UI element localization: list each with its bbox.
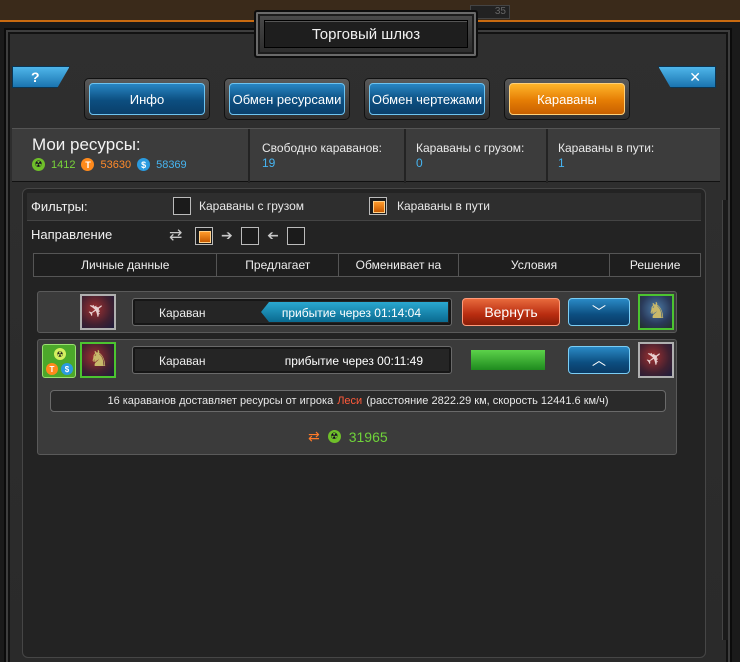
radiation-icon: ☢ [32,158,45,171]
direction-label: Направление [31,227,113,242]
filter-with-cargo-checkbox[interactable] [173,197,191,215]
tab-caravans[interactable]: Караваны [504,78,630,120]
filter-in-transit-checkbox[interactable] [369,197,387,215]
help-button[interactable]: ? [12,66,70,88]
direction-row: Направление ⇄ ➔ ➔ [27,223,701,249]
window-title: Торговый шлюз [264,20,468,48]
trade-gateway-window: ? ✕ Торговый шлюз Инфо Обмен ресурсами О… [4,10,732,662]
scrollbar[interactable] [722,200,728,640]
tab-bar: Инфо Обмен ресурсами Обмен чертежами Кар… [84,78,630,120]
caravan-progress-bar: Караван прибытие через 01:14:04 [132,298,452,326]
titanium-amount: 53630 [100,158,132,171]
filter-in-transit-label: Караваны в пути [397,199,490,213]
col-decision[interactable]: Решение [610,254,700,276]
caravan-progress-bar: Караван прибытие через 00:11:49 [132,346,545,374]
stat-transit-caravans-value: 1 [558,156,565,170]
title-plate: Торговый шлюз [254,10,478,58]
cargo-amount: 31965 [348,428,388,445]
direction-incoming-checkbox[interactable] [287,227,305,245]
filters-row: Фильтры: Караваны с грузом Караваны в пу… [27,193,701,221]
player-name-link[interactable]: Леси [337,395,362,407]
my-resources: Мои ресурсы: ☢ 1412 T 53630 $ 58369 [12,129,250,183]
caravan-arrival-time: прибытие через 01:14:04 [281,306,421,320]
direction-outgoing-checkbox[interactable] [241,227,259,245]
swap-arrows-icon: ⇄ [169,227,183,244]
caravan-info-prefix: 16 караванов доставляет ресурсы от игрок… [107,395,334,407]
stat-loaded-caravans-label: Караваны с грузом: [416,141,525,155]
caravan-info-line: 16 караванов доставляет ресурсы от игрок… [50,390,666,412]
stat-free-caravans: Свободно караванов: 19 [252,129,406,183]
table-header: Личные данные Предлагает Обменивает на У… [33,253,701,277]
my-resources-title: Мои ресурсы: [32,135,141,154]
radiation-icon: ☢ [327,430,341,443]
caravan-ship-avatar[interactable] [80,342,116,378]
chevron-up-icon: ︿ [592,352,606,368]
filters-label: Фильтры: [31,199,88,214]
return-caravan-button[interactable]: Вернуть [462,298,560,326]
stat-loaded-caravans: Караваны с грузом: 0 [406,129,548,183]
caravan-name: Караван [159,306,206,320]
player-avatar[interactable] [638,294,674,330]
radiation-amount: 1412 [51,158,76,171]
caravan-name: Караван [159,354,206,368]
arrow-right-icon: ➔ [221,227,233,243]
col-personal-data[interactable]: Личные данные [34,254,218,276]
direction-both-checkbox[interactable] [195,227,213,245]
arrow-left-icon: ➔ [267,227,279,243]
caravan-info-suffix: (расстояние 2822.29 км, скорость 12441.6… [366,395,609,407]
collapse-button[interactable]: ︿ [568,346,630,374]
tab-info[interactable]: Инфо [84,78,210,120]
stat-loaded-caravans-value: 0 [416,156,423,170]
col-conditions[interactable]: Условия [459,254,611,276]
stat-transit-caravans: Караваны в пути: 1 [548,129,720,183]
resource-bundle-icon: ☢ T $ [42,344,76,378]
caravan-row-expanded: ☢ T $ Караван прибытие через 00:11:49 ︿ … [37,339,677,455]
cash-amount: 58369 [156,158,187,171]
caravan-progress-fill [471,350,545,370]
stat-free-caravans-label: Свободно караванов: [262,141,382,155]
filter-with-cargo-label: Караваны с грузом [199,199,305,213]
col-exchanges-for[interactable]: Обменивает на [339,254,459,276]
titanium-icon: T [81,158,95,171]
tab-blueprint-exchange[interactable]: Обмен чертежами [364,78,490,120]
exchange-arrows-icon: ⇄ [308,428,320,444]
caravan-ship-avatar[interactable] [80,294,116,330]
caravan-arrival-time: прибытие через 00:11:49 [284,354,423,368]
stat-transit-caravans-label: Караваны в пути: [558,141,655,155]
cash-icon: $ [137,158,151,171]
destination-ship-avatar[interactable] [638,342,674,378]
tab-resource-exchange[interactable]: Обмен ресурсами [224,78,350,120]
stat-free-caravans-value: 19 [262,156,276,170]
close-button[interactable]: ✕ [658,66,716,88]
expand-button[interactable]: ﹀ [568,298,630,326]
col-offers[interactable]: Предлагает [217,254,340,276]
resource-bar: Мои ресурсы: ☢ 1412 T 53630 $ 58369 Своб… [12,128,720,183]
cargo-summary: ⇄ ☢ 31965 [308,428,388,445]
caravans-panel: Фильтры: Караваны с грузом Караваны в пу… [22,188,706,658]
caravan-row: Караван прибытие через 01:14:04 Вернуть … [37,291,677,333]
chevron-down-icon: ﹀ [592,304,606,320]
